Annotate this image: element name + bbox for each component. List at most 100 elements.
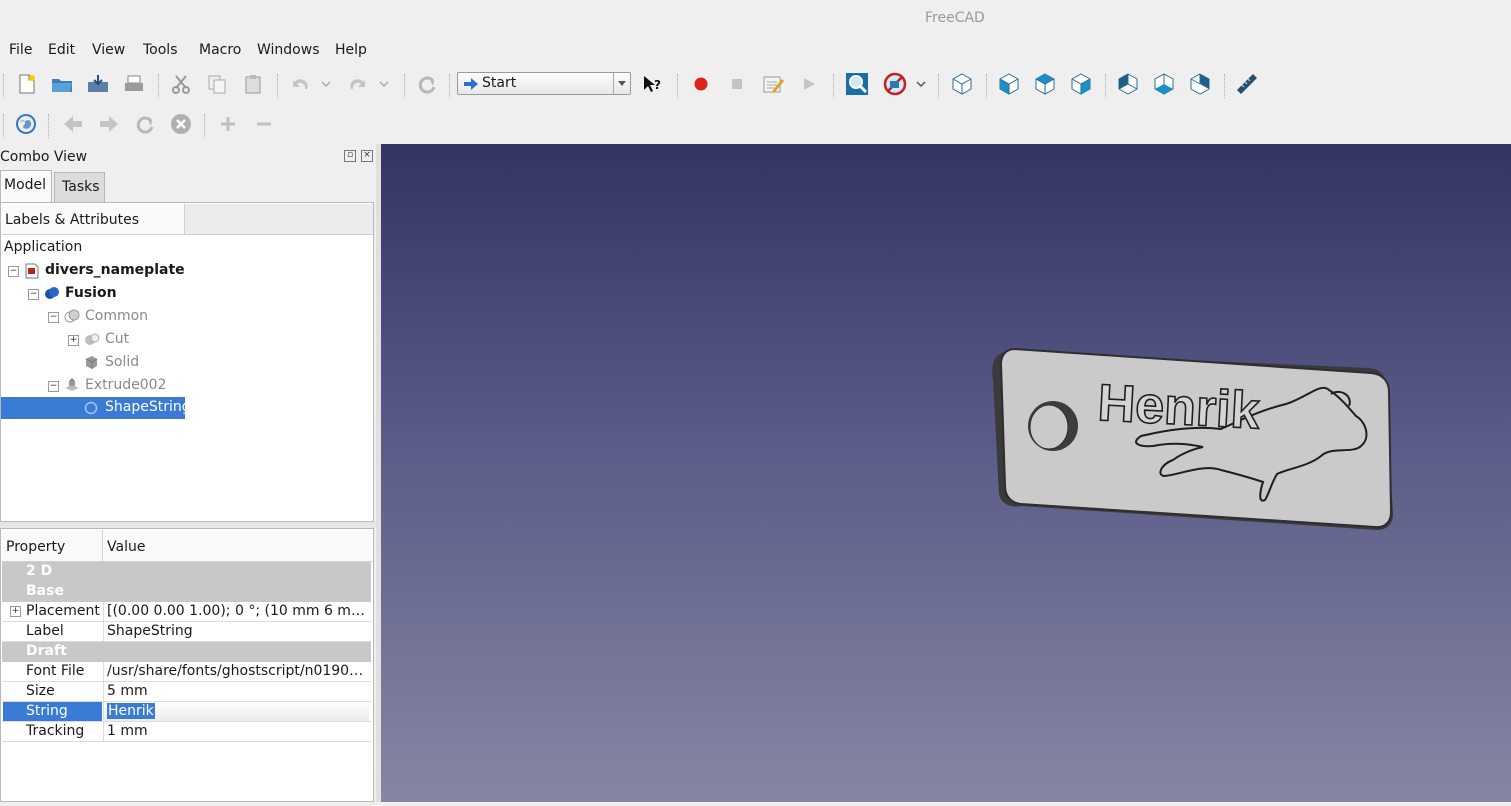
redo-dropdown-chevron-down-icon[interactable] (376, 72, 392, 96)
value-column-header[interactable]: Value (107, 539, 145, 555)
zoom-out-minus-icon[interactable] (252, 112, 276, 136)
fit-all-icon[interactable] (845, 72, 869, 96)
toolbar-grip[interactable] (3, 114, 5, 138)
3d-viewport[interactable]: Henrik (381, 144, 1511, 802)
tree-item-divers-nameplate[interactable]: − divers_nameplate (1, 260, 373, 282)
close-icon[interactable]: × (361, 150, 373, 162)
property-row-font-file[interactable]: Font File /usr/share/fonts/ghostscript/n… (2, 662, 371, 682)
property-group-base[interactable]: Base (2, 582, 371, 602)
workbench-selector[interactable]: Start (457, 72, 631, 95)
property-name: Label (26, 623, 64, 639)
collapse-icon[interactable]: − (48, 381, 59, 392)
menu-edit[interactable]: Edit (48, 42, 75, 58)
property-row-size[interactable]: Size 5 mm (2, 682, 371, 702)
property-value[interactable]: 5 mm (103, 682, 369, 701)
print-icon[interactable] (122, 72, 146, 96)
reload-icon[interactable] (133, 112, 157, 136)
view-left-icon[interactable] (1188, 72, 1212, 96)
view-bottom-icon[interactable] (1152, 72, 1176, 96)
property-value[interactable]: ShapeString (103, 622, 369, 641)
tree-item-solid[interactable]: Solid (1, 352, 373, 374)
property-row-string[interactable]: String Henrik (2, 702, 371, 722)
property-row-label[interactable]: Label ShapeString (2, 622, 371, 642)
view-front-icon[interactable] (997, 72, 1021, 96)
collapse-icon[interactable]: − (28, 289, 39, 300)
property-value[interactable]: 1 mm (103, 722, 369, 741)
separator (48, 114, 50, 138)
forward-arrow-icon[interactable] (97, 112, 121, 136)
svg-text:?: ? (654, 78, 661, 92)
toolbar-grip[interactable] (3, 74, 5, 98)
property-group-2d[interactable]: 2 D (2, 562, 371, 582)
save-icon[interactable] (86, 72, 110, 96)
open-folder-icon[interactable] (50, 72, 74, 96)
redo-icon[interactable] (346, 72, 370, 96)
menu-macro[interactable]: Macro (199, 42, 241, 58)
group-label: 2 D (26, 563, 53, 579)
measure-distance-icon[interactable] (1235, 72, 1259, 96)
tree-item-common[interactable]: − Common (1, 306, 373, 328)
cut-icon[interactable] (169, 72, 193, 96)
undo-dropdown-chevron-down-icon[interactable] (318, 72, 334, 96)
property-value[interactable]: /usr/share/fonts/ghostscript/n019003l.pf… (103, 662, 369, 681)
menu-windows[interactable]: Windows (257, 42, 320, 58)
undo-icon[interactable] (288, 72, 312, 96)
tree-item-extrude002[interactable]: − Extrude002 (1, 375, 373, 397)
stop-icon[interactable] (169, 112, 193, 136)
3d-model-nameplate[interactable]: Henrik (381, 144, 1511, 802)
property-column-header[interactable]: Property (6, 539, 65, 555)
macro-edit-icon[interactable] (761, 72, 785, 96)
view-isometric-icon[interactable] (950, 72, 974, 96)
cut-boolean-icon (84, 332, 100, 346)
tree-column-header[interactable]: Labels & Attributes (2, 204, 185, 235)
undock-icon[interactable]: ▫ (344, 150, 356, 162)
macro-run-icon[interactable] (797, 72, 821, 96)
zoom-in-plus-icon[interactable] (216, 112, 240, 136)
property-name: Font File (26, 663, 85, 679)
globe-icon[interactable] (14, 112, 38, 136)
property-group-draft[interactable]: Draft (2, 642, 371, 662)
whats-this-help-icon[interactable]: ? (640, 72, 664, 96)
tree-item-label: divers_nameplate (45, 262, 185, 278)
separator (1224, 74, 1226, 98)
property-name: String (3, 702, 102, 721)
string-value-text[interactable]: Henrik (107, 703, 155, 719)
menu-view[interactable]: View (92, 42, 125, 58)
property-editor[interactable]: Property Value 2 D Base + Placement [(0.… (0, 528, 374, 802)
property-row-tracking[interactable]: Tracking 1 mm (2, 722, 371, 742)
menu-tools[interactable]: Tools (143, 42, 178, 58)
tree-item-shapestring[interactable]: ShapeString (1, 397, 191, 419)
new-document-icon[interactable] (14, 72, 38, 96)
collapse-icon[interactable]: − (48, 312, 59, 323)
tab-tasks[interactable]: Tasks (54, 172, 105, 202)
paste-icon[interactable] (241, 72, 265, 96)
macro-record-icon[interactable] (689, 72, 713, 96)
macro-stop-icon[interactable] (725, 72, 749, 96)
refresh-icon[interactable] (415, 72, 439, 96)
model-tree[interactable]: Labels & Attributes Application − divers… (0, 202, 374, 522)
title-bar: FreeCAD (0, 0, 1511, 36)
document-icon (25, 263, 39, 279)
extrude-icon (64, 378, 79, 392)
menu-file[interactable]: File (9, 42, 32, 58)
back-arrow-icon[interactable] (61, 112, 85, 136)
tree-header-filler (185, 204, 373, 235)
expand-icon[interactable]: + (68, 335, 79, 346)
tree-item-fusion[interactable]: − Fusion (1, 283, 373, 305)
draw-style-icon[interactable] (883, 72, 907, 96)
view-right-icon[interactable] (1069, 72, 1093, 96)
property-value[interactable]: [(0.00 0.00 1.00); 0 °; (10 mm 6 mm 0 mm… (103, 602, 369, 621)
string-value-editor[interactable]: Henrik (103, 702, 369, 721)
tree-item-cut[interactable]: + Cut (1, 329, 373, 351)
collapse-icon[interactable]: − (8, 266, 19, 277)
expand-icon[interactable]: + (10, 606, 21, 617)
view-rear-icon[interactable] (1116, 72, 1140, 96)
draw-style-chevron-down-icon[interactable] (913, 72, 929, 96)
menu-help[interactable]: Help (335, 42, 367, 58)
property-row-placement[interactable]: + Placement [(0.00 0.00 1.00); 0 °; (10 … (2, 602, 371, 622)
view-top-icon[interactable] (1033, 72, 1057, 96)
tab-model[interactable]: Model (0, 170, 52, 203)
property-name: Placement (26, 603, 100, 619)
copy-icon[interactable] (205, 72, 229, 96)
tree-item-label: Cut (105, 331, 130, 347)
